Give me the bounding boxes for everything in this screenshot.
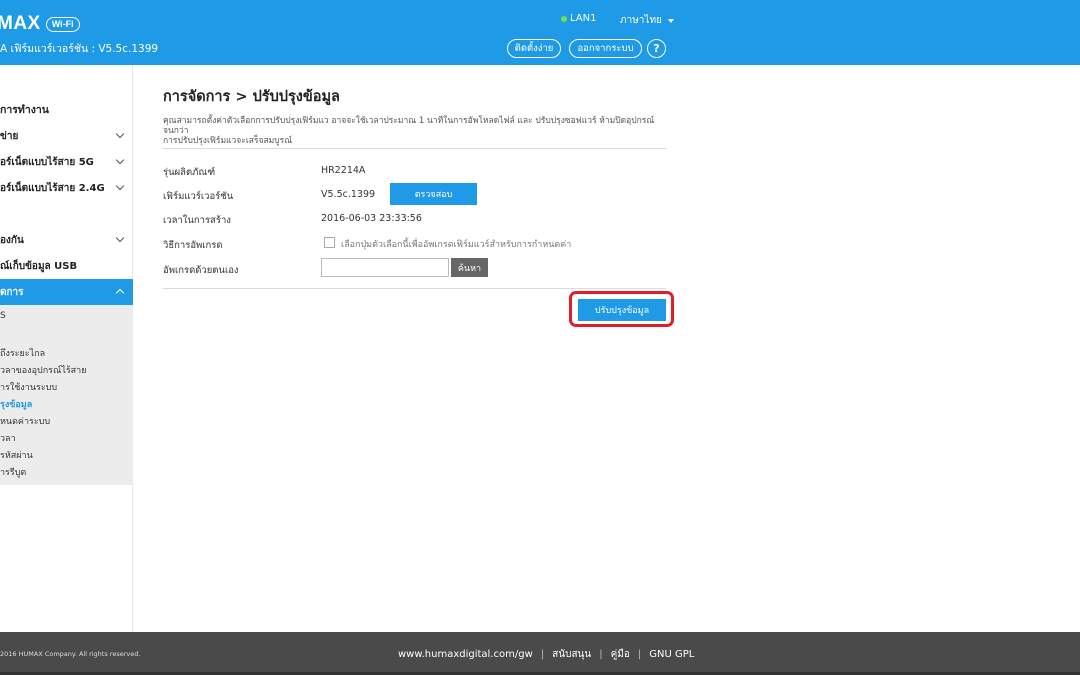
lan-label: LAN1 — [570, 13, 597, 24]
build-time-value: 2016-06-03 23:33:56 — [321, 213, 422, 224]
chevron-down-icon — [115, 129, 125, 139]
upgrade-method-label: วิธีการอัพเกรด — [163, 240, 223, 251]
separator: | — [637, 649, 642, 660]
sidebar-item-network[interactable]: ข่าย — [0, 123, 133, 149]
sidebar-item-label: ดการ — [0, 286, 24, 298]
description-line: คุณสามารถตั้งค่าตัวเลือกการปรับปรุงเฟิร์… — [163, 116, 655, 136]
sidebar-group-title: การทำงาน — [0, 104, 49, 116]
footer: 2016 HUMAX Company. All rights reserved.… — [0, 632, 1080, 675]
main-content: การจัดการ > ปรับปรุงข้อมูล คุณสามารถตั้ง… — [163, 85, 666, 146]
build-time-label: เวลาในการสร้าง — [163, 215, 231, 226]
sidebar-item-security[interactable]: องกัน — [0, 227, 133, 253]
manual-link[interactable]: คู่มือ — [611, 647, 630, 662]
top-header: MAX Wi-Fi A เฟิร์มแวร์เวอร์ชัน : V5.5c.1… — [0, 0, 1080, 65]
copyright-text: 2016 HUMAX Company. All rights reserved. — [0, 650, 141, 658]
page-title: การจัดการ > ปรับปรุงข้อมูล — [163, 89, 340, 105]
firmware-version-text: A เฟิร์มแวร์เวอร์ชัน : V5.5c.1399 — [0, 43, 159, 55]
logo-text: MAX — [0, 13, 41, 34]
sidebar-item-label: ณ์เก็บข้อมูล USB — [0, 260, 78, 272]
page-description: คุณสามารถตั้งค่าตัวเลือกการปรับปรุงเฟิร์… — [163, 116, 666, 146]
lan-status: LAN1 — [561, 13, 596, 24]
sidebar-item-label: อร์เน็ตแบบไร้สาย 2.4G — [0, 182, 105, 194]
sidebar-item-label: ข่าย — [0, 130, 19, 142]
manual-upgrade-label: อัพเกรดด้วยตนเอง — [163, 265, 239, 276]
support-link[interactable]: สนับสนุน — [552, 647, 591, 662]
submenu-item-firmware-update[interactable]: รุงข้อมูล — [0, 397, 32, 411]
separator: | — [599, 649, 603, 660]
submenu-item-system-config[interactable]: หนดค่าระบบ — [0, 414, 50, 428]
website-link[interactable]: www.humaxdigital.com/gw — [398, 649, 533, 660]
wifi-badge: Wi-Fi — [45, 16, 80, 32]
update-firmware-button[interactable]: ปรับปรุงข้อมูล — [578, 299, 666, 321]
chevron-down-icon — [115, 181, 125, 191]
submenu-item-reboot[interactable]: ารรีบูต — [0, 465, 26, 479]
submenu-item-password[interactable]: รหัสผ่าน — [0, 448, 33, 462]
language-selector[interactable]: ภาษาไทย — [620, 13, 674, 28]
submenu-item[interactable]: S — [0, 311, 6, 321]
submenu-item-time[interactable]: วลา — [0, 431, 16, 445]
language-label: ภาษาไทย — [620, 15, 662, 26]
sidebar-item-label: อร์เน็ตแบบไร้สาย 5G — [0, 156, 94, 168]
chevron-down-icon — [115, 233, 125, 243]
separator: | — [540, 649, 545, 660]
check-firmware-button[interactable]: ตรวจสอบ — [390, 183, 477, 205]
submenu-item-remote-access[interactable]: ถึงระยะไกล — [0, 346, 45, 360]
firmware-file-input[interactable] — [321, 258, 449, 277]
model-label: รุ่นผลิตภัณฑ์ — [163, 167, 216, 178]
sidebar-item-usb-storage[interactable]: ณ์เก็บข้อมูล USB — [0, 253, 133, 279]
logout-button[interactable]: ออกจากระบบ — [569, 39, 642, 58]
caret-down-icon — [667, 18, 674, 23]
sidebar-item-label: องกัน — [0, 234, 24, 246]
auto-upgrade-checkbox[interactable] — [324, 237, 335, 248]
chevron-down-icon — [115, 155, 125, 165]
humax-logo: MAX Wi-Fi — [0, 13, 80, 34]
sidebar-item-wireless-2g[interactable]: อร์เน็ตแบบไร้สาย 2.4G — [0, 175, 133, 201]
description-line: การปรับปรุงเฟิร์มแวจะเสร็จสมบูรณ์ — [163, 136, 293, 146]
footer-links: www.humaxdigital.com/gw | สนับสนุน | คู่… — [398, 647, 694, 662]
firmware-label: เฟิร์มแวร์เวอร์ชัน — [163, 191, 234, 202]
submenu-item-system-usage[interactable]: ารใช้งานระบบ — [0, 380, 57, 394]
gpl-link[interactable]: GNU GPL — [649, 649, 694, 660]
chevron-up-icon — [115, 288, 125, 298]
lan-status-dot-icon — [561, 15, 567, 22]
auto-upgrade-label: เลือกปุ่มตัวเลือกนี้เพื่ออัพเกรดเฟิร์มแว… — [341, 240, 572, 250]
divider — [163, 288, 666, 289]
model-value: HR2214A — [321, 165, 366, 176]
easy-setup-button[interactable]: ติดตั้งง่าย — [507, 39, 561, 58]
sidebar-item-wireless-5g[interactable]: อร์เน็ตแบบไร้สาย 5G — [0, 149, 133, 175]
firmware-value: V5.5c.1399 — [321, 189, 376, 200]
sidebar-item-management[interactable]: ดการ — [0, 279, 133, 305]
divider — [163, 148, 666, 149]
submenu-item-wireless-schedule[interactable]: วลาของอุปกรณ์ไร้สาย — [0, 363, 87, 377]
help-icon[interactable]: ? — [647, 39, 666, 58]
browse-button[interactable]: ค้นหา — [451, 258, 488, 277]
